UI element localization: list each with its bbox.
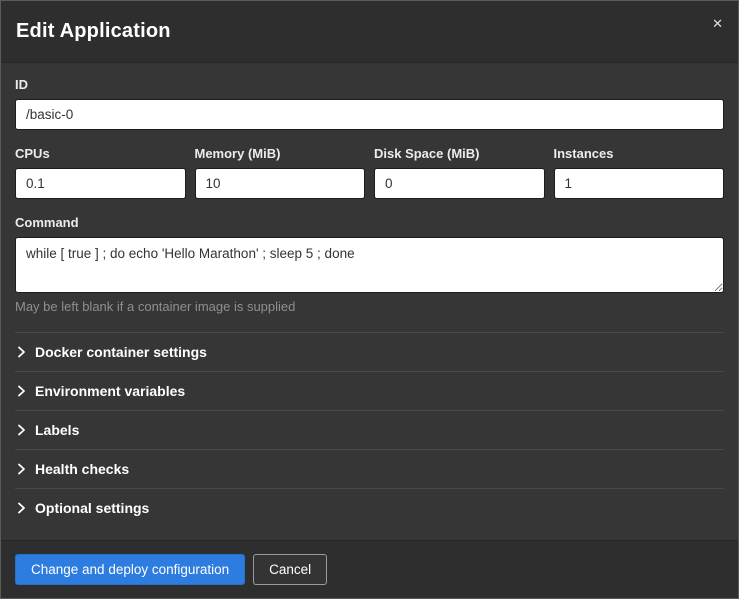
modal-title: Edit Application [16,20,171,43]
cpus-input[interactable] [15,168,186,199]
command-input[interactable]: while [ true ] ; do echo 'Hello Marathon… [15,237,724,293]
memory-label: Memory (MiB) [195,146,366,161]
disk-field-group: Disk Space (MiB) [374,146,545,199]
instances-input[interactable] [554,168,725,199]
section-label: Labels [35,422,79,438]
section-label: Environment variables [35,383,185,399]
cancel-button[interactable]: Cancel [253,554,327,585]
chevron-right-icon [17,502,26,514]
collapsible-sections: Docker container settings Environment va… [15,332,724,527]
modal-header: Edit Application ✕ [1,1,738,63]
section-environment-variables[interactable]: Environment variables [15,371,724,410]
section-labels[interactable]: Labels [15,410,724,449]
disk-input[interactable] [374,168,545,199]
modal-body: ID CPUs Memory (MiB) Disk Space (MiB) In… [1,63,738,540]
modal-footer: Change and deploy configuration Cancel [1,540,738,598]
cpus-field-group: CPUs [15,146,186,199]
change-and-deploy-button[interactable]: Change and deploy configuration [15,554,245,585]
command-help-text: May be left blank if a container image i… [15,299,724,314]
memory-input[interactable] [195,168,366,199]
instances-field-group: Instances [554,146,725,199]
chevron-right-icon [17,346,26,358]
command-label: Command [15,215,724,230]
id-input[interactable] [15,99,724,130]
cpus-label: CPUs [15,146,186,161]
resources-row: CPUs Memory (MiB) Disk Space (MiB) Insta… [15,146,724,199]
disk-label: Disk Space (MiB) [374,146,545,161]
section-label: Docker container settings [35,344,207,360]
close-icon[interactable]: ✕ [712,17,723,30]
id-label: ID [15,77,724,92]
instances-label: Instances [554,146,725,161]
chevron-right-icon [17,385,26,397]
section-optional-settings[interactable]: Optional settings [15,488,724,527]
command-field-group: Command while [ true ] ; do echo 'Hello … [15,215,724,314]
section-health-checks[interactable]: Health checks [15,449,724,488]
memory-field-group: Memory (MiB) [195,146,366,199]
section-label: Optional settings [35,500,149,516]
section-label: Health checks [35,461,129,477]
chevron-right-icon [17,463,26,475]
edit-application-modal: Edit Application ✕ ID CPUs Memory (MiB) … [0,0,739,599]
section-docker-container-settings[interactable]: Docker container settings [15,332,724,371]
id-field-group: ID [15,77,724,130]
chevron-right-icon [17,424,26,436]
